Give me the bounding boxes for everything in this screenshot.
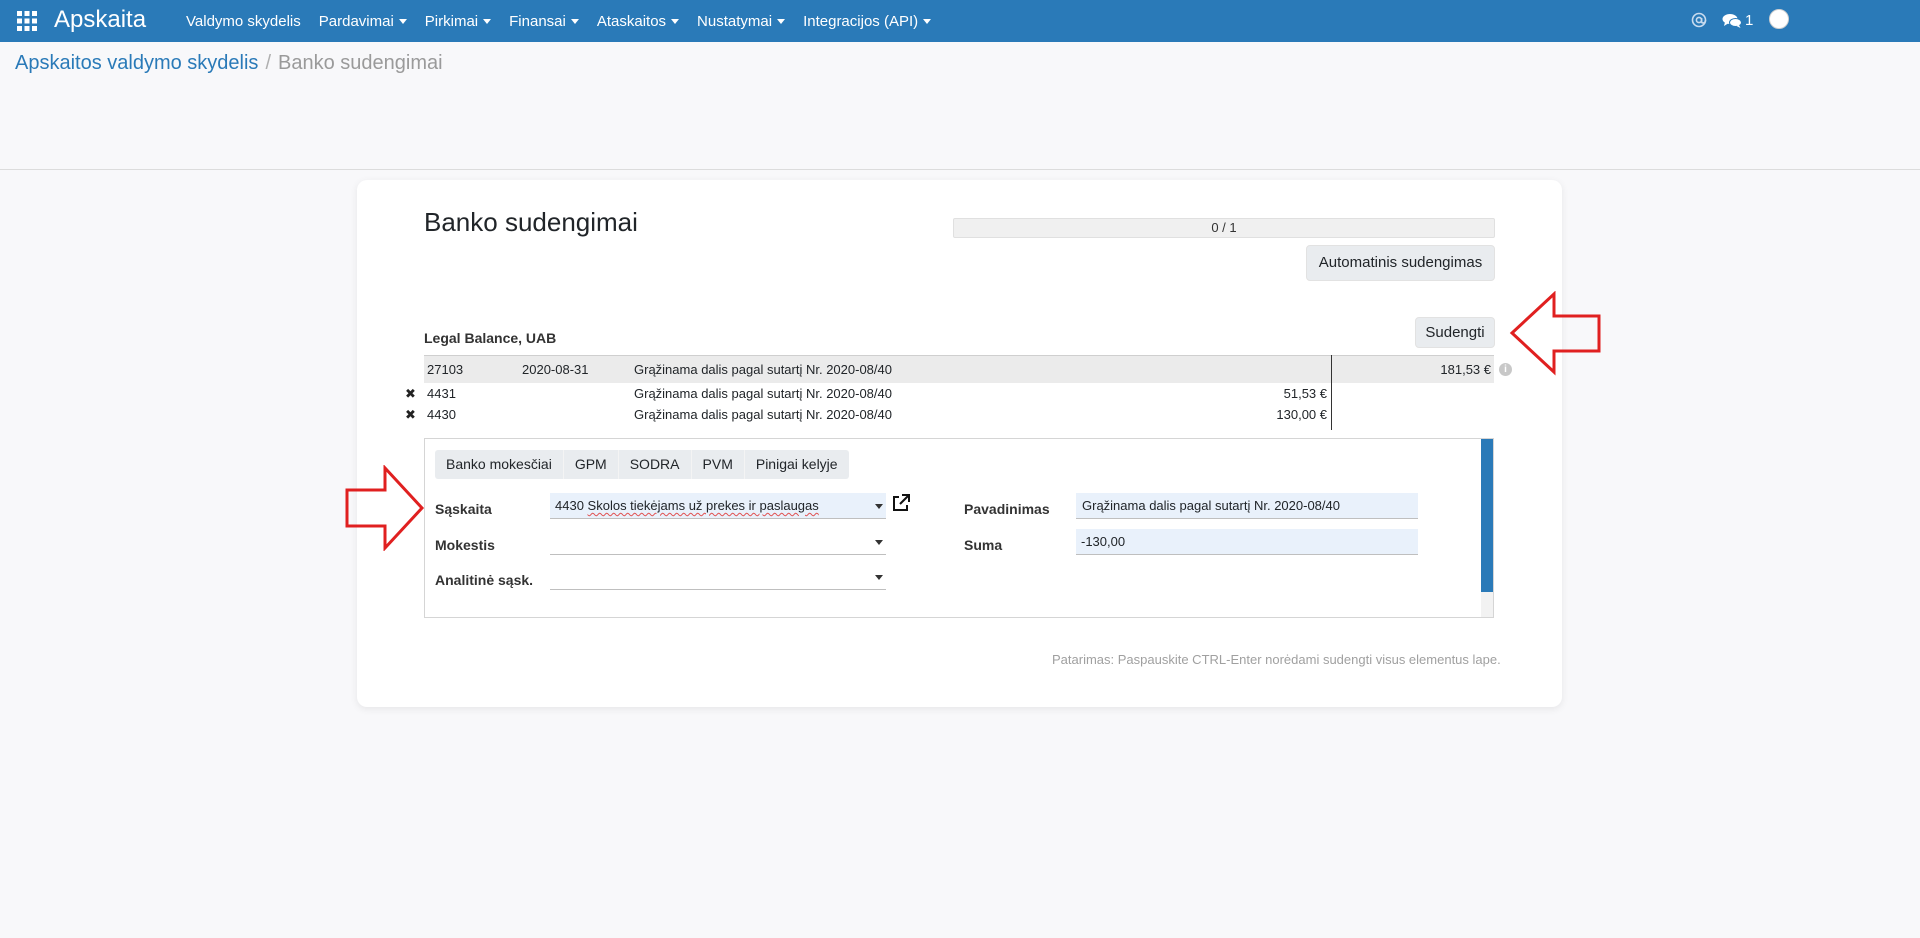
menu-item-label: Valdymo skydelis <box>186 12 301 30</box>
tab-gpm[interactable]: GPM <box>564 450 619 479</box>
analytic-account-select[interactable] <box>550 564 886 590</box>
tab-money-in-transit[interactable]: Pinigai kelyje <box>745 450 849 479</box>
control-panel: Apskaitos valdymo skydelis / Banko sudengi… <box>0 42 1920 170</box>
remove-line-icon[interactable]: ✖ <box>405 405 416 425</box>
name-label: Pavadinimas <box>964 501 1050 517</box>
menu-item-label: Finansai <box>509 12 566 30</box>
caret-down-icon <box>483 18 492 24</box>
menu-item-sales[interactable]: Pardavimai <box>310 13 416 30</box>
statement-amount: 181,53 € <box>1440 362 1491 377</box>
quick-create-tabs: Banko mokesčiai GPM SODRA PVM Pinigai ke… <box>435 450 849 479</box>
tab-pvm[interactable]: PVM <box>692 450 745 479</box>
top-navbar: Apskaita Valdymo skydelis Pardavimai Pir… <box>0 0 1920 42</box>
menu-item-finance[interactable]: Finansai <box>500 13 588 30</box>
account-name: Skolos tiekėjams už prekes ir paslaugas <box>587 498 819 513</box>
chat-bubbles-icon[interactable] <box>1722 13 1742 29</box>
tax-select[interactable] <box>550 529 886 555</box>
breadcrumb-current: Banko sudengimai <box>278 52 443 74</box>
analytic-account-label: Analitinė sąsk. <box>435 572 534 588</box>
menu-item-dashboard[interactable]: Valdymo skydelis <box>177 13 310 30</box>
tax-dropdown-caret-icon[interactable] <box>875 540 883 545</box>
caret-down-icon <box>570 18 579 24</box>
reconcile-button[interactable]: Sudengti <box>1415 317 1495 348</box>
tab-bank-fees[interactable]: Banko mokesčiai <box>435 450 564 479</box>
automatic-reconcile-button[interactable]: Automatinis sudengimas <box>1306 245 1495 281</box>
statement-date: 2020-08-31 <box>522 362 589 377</box>
remove-line-icon[interactable]: ✖ <box>405 384 416 404</box>
breadcrumb-dashboard-link[interactable]: Apskaitos valdymo skydelis <box>15 52 258 74</box>
progress-label: 0 / 1 <box>1211 220 1237 235</box>
create-entry-panel: Banko mokesčiai GPM SODRA PVM Pinigai ke… <box>424 438 1494 618</box>
panel-scrollbar-thumb[interactable] <box>1481 439 1493 592</box>
menu-item-label: Ataskaitos <box>596 12 667 30</box>
statement-label: Grąžinama dalis pagal sutartį Nr. 2020-0… <box>634 362 892 377</box>
messages-count[interactable]: 1 <box>1745 12 1753 29</box>
keyboard-hint: Patarimas: Paspauskite CTRL-Enter norėda… <box>1052 652 1501 667</box>
caret-down-icon <box>777 18 786 24</box>
name-input[interactable]: Grąžinama dalis pagal sutartį Nr. 2020-0… <box>1076 493 1418 519</box>
menu-item-label: Nustatymai <box>697 12 773 30</box>
menu-item-label: Pirkimai <box>424 12 479 30</box>
account-label: Sąskaita <box>435 501 492 517</box>
tab-sodra[interactable]: SODRA <box>619 450 692 479</box>
analytic-dropdown-caret-icon[interactable] <box>875 575 883 580</box>
menu-item-settings[interactable]: Nustatymai <box>688 13 794 30</box>
tax-label: Mokestis <box>435 537 495 553</box>
reconciliation-sheet: Banko sudengimai 0 / 1 Automatinis suden… <box>357 180 1562 707</box>
at-sign-icon[interactable] <box>1691 12 1707 28</box>
annotation-arrow-left-icon <box>1509 291 1601 376</box>
caret-down-icon <box>923 18 932 24</box>
account-dropdown-caret-icon[interactable] <box>875 504 883 509</box>
caret-down-icon <box>398 18 407 24</box>
breadcrumb: Apskaitos valdymo skydelis / Banko sudengi… <box>15 52 443 75</box>
caret-down-icon <box>671 18 680 24</box>
app-brand[interactable]: Apskaita <box>54 4 146 36</box>
proposition-line[interactable]: ✖ 4431 Grąžinama dalis pagal sutartį Nr.… <box>405 384 1355 404</box>
line-account: 4431 <box>427 386 456 401</box>
line-label: Grąžinama dalis pagal sutartį Nr. 2020-0… <box>634 407 892 422</box>
user-avatar[interactable] <box>1769 9 1789 29</box>
account-select[interactable]: 4430 Skolos tiekėjams už prekes ir pasla… <box>550 493 886 519</box>
partner-name[interactable]: Legal Balance, UAB <box>424 330 556 346</box>
menu-item-label: Integracijos (API) <box>803 12 919 30</box>
panel-scrollbar[interactable] <box>1481 439 1493 617</box>
breadcrumb-separator: / <box>265 52 271 74</box>
menu-item-label: Pardavimai <box>318 12 394 30</box>
proposition-line[interactable]: ✖ 4430 Grąžinama dalis pagal sutartį Nr.… <box>405 405 1355 425</box>
main-menu: Valdymo skydelis Pardavimai Pirkimai Fin… <box>177 0 940 42</box>
page-title: Banko sudengimai <box>424 207 638 237</box>
line-account: 4430 <box>427 407 456 422</box>
statement-ref: 27103 <box>427 362 464 377</box>
amount-label: Suma <box>964 537 1003 553</box>
annotation-arrow-right-icon <box>345 465 425 551</box>
menu-item-purchases[interactable]: Pirkimai <box>416 13 500 30</box>
menu-item-integrations[interactable]: Integracijos (API) <box>794 13 940 30</box>
amount-input[interactable]: -130,00 <box>1076 529 1418 555</box>
reconciliation-progress-bar: 0 / 1 <box>953 218 1495 238</box>
menu-item-reports[interactable]: Ataskaitos <box>588 13 688 30</box>
apps-grid-icon[interactable] <box>17 11 37 31</box>
line-amount: 130,00 € <box>1276 407 1327 422</box>
account-code: 4430 <box>555 498 588 513</box>
external-link-icon[interactable] <box>891 493 911 513</box>
line-amount: 51,53 € <box>1283 386 1327 401</box>
line-label: Grąžinama dalis pagal sutartį Nr. 2020-0… <box>634 386 892 401</box>
statement-line[interactable]: 27103 2020-08-31 Grąžinama dalis pagal s… <box>424 355 1494 383</box>
